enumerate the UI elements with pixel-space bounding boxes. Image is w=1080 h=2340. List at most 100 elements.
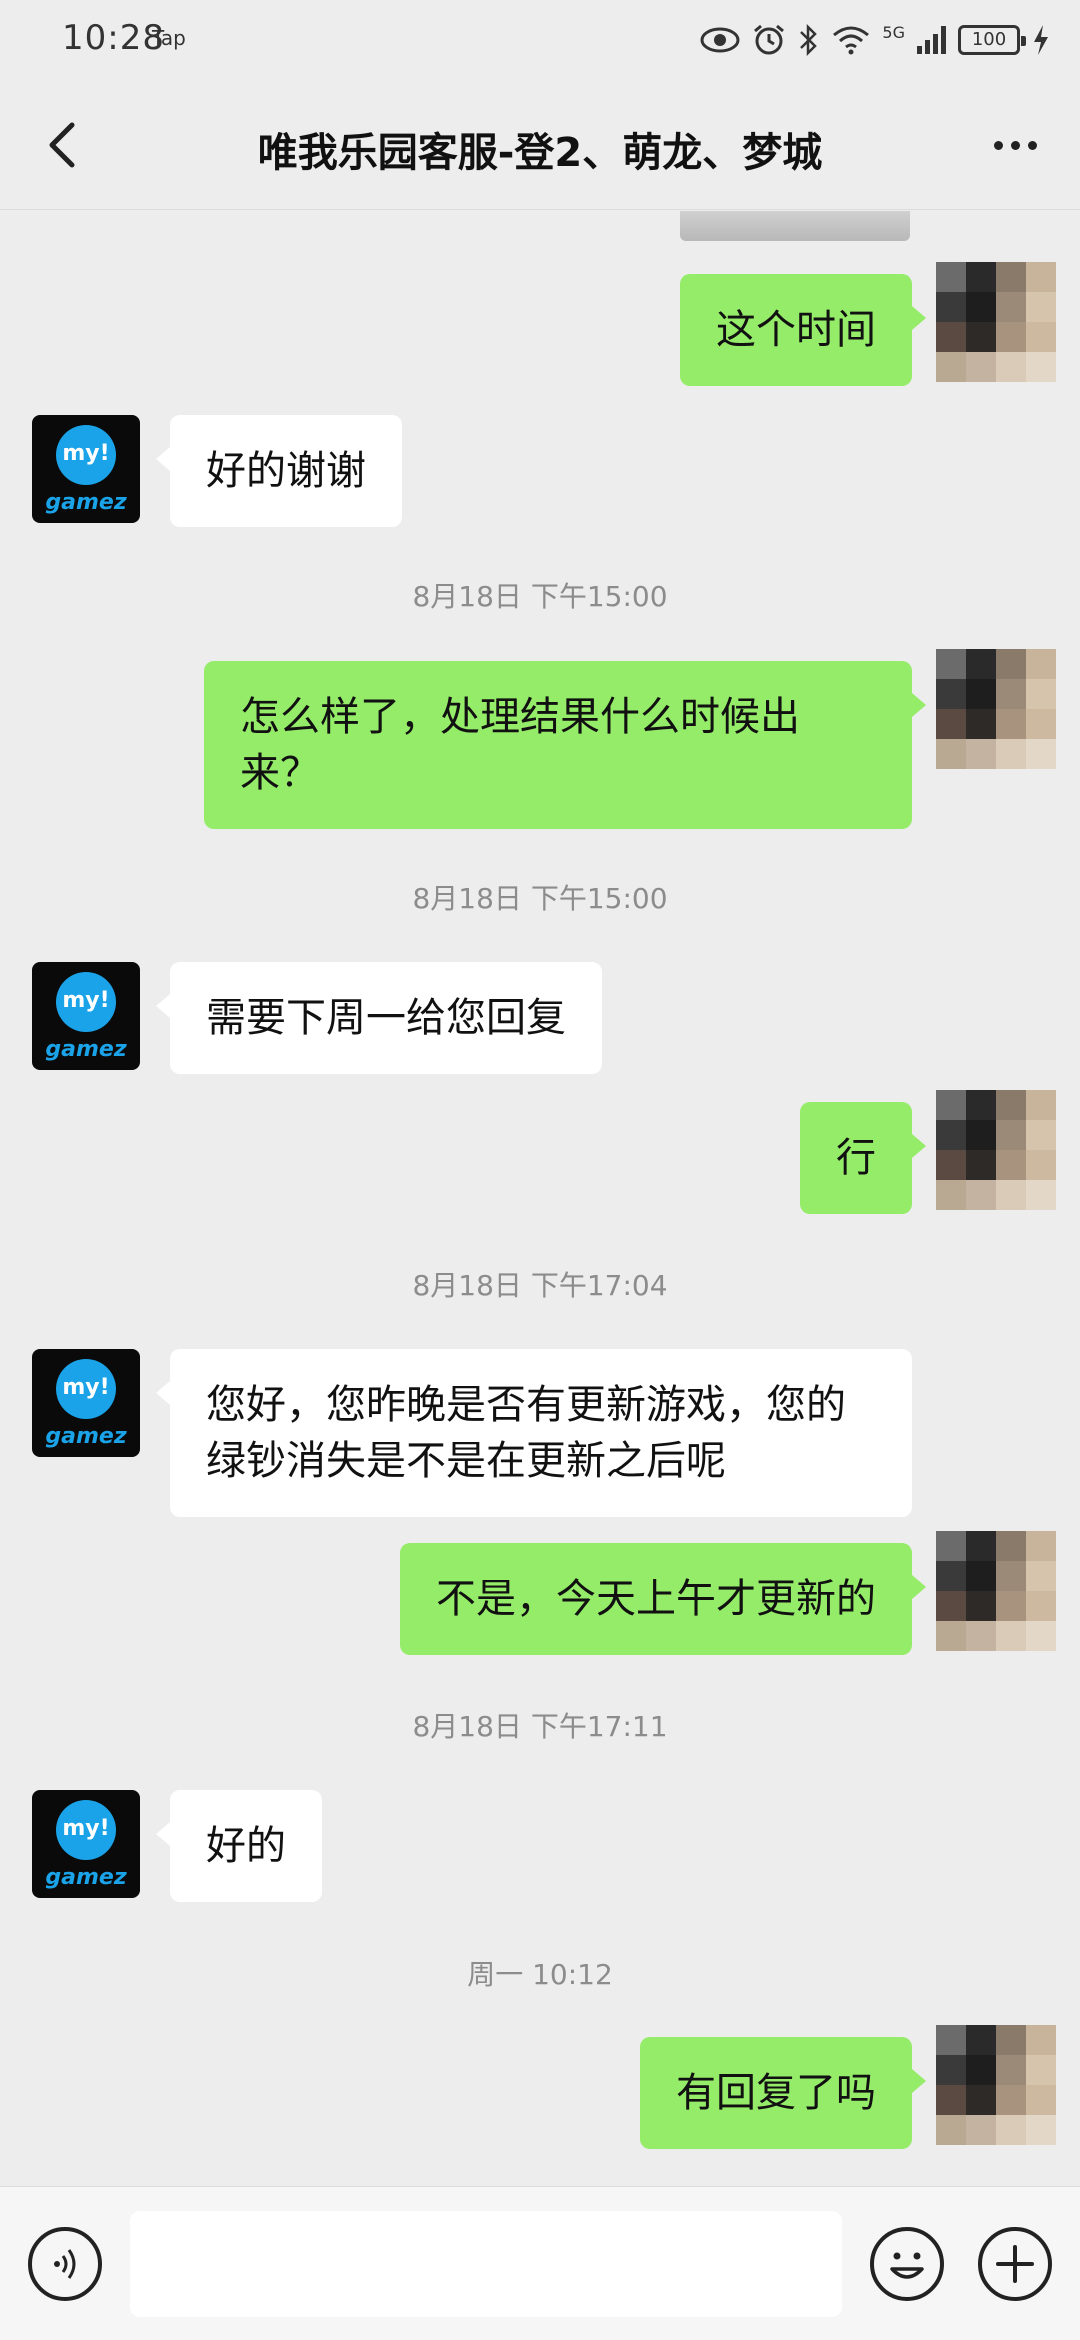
avatar-pixel bbox=[1026, 2085, 1056, 2115]
avatar-pixel bbox=[936, 1621, 966, 1651]
user-avatar[interactable] bbox=[936, 1090, 1056, 1210]
chevron-left-icon bbox=[49, 122, 75, 168]
incoming-message[interactable]: 您好，您昨晚是否有更新游戏，您的绿钞消失是不是在更新之后呢 bbox=[156, 1349, 912, 1517]
service-avatar[interactable]: my! gamez bbox=[32, 1790, 140, 1898]
user-avatar[interactable] bbox=[936, 2025, 1056, 2145]
message-timestamp: 8月18日 下午17:11 bbox=[412, 1710, 668, 1743]
wifi-icon bbox=[833, 26, 870, 55]
more-dot-icon bbox=[993, 140, 1003, 150]
back-button[interactable] bbox=[28, 110, 98, 180]
service-avatar[interactable]: my! gamez bbox=[32, 1349, 140, 1457]
avatar-pixel bbox=[996, 1120, 1026, 1150]
avatar-pixel bbox=[936, 1090, 966, 1120]
avatar-pixel bbox=[936, 262, 966, 292]
user-avatar[interactable] bbox=[936, 262, 1056, 382]
avatar-pixel bbox=[966, 2115, 996, 2145]
avatar-pixel bbox=[936, 709, 966, 739]
avatar-pixel bbox=[966, 649, 996, 679]
avatar-pixel bbox=[1026, 1120, 1056, 1150]
avatar-pixel bbox=[936, 649, 966, 679]
avatar-pixel bbox=[966, 679, 996, 709]
chat-title: 唯我乐园客服-登2、萌龙、梦城 bbox=[257, 130, 823, 176]
message-timestamp: 8月18日 下午15:00 bbox=[412, 580, 668, 613]
smiley-icon bbox=[890, 2252, 924, 2279]
status-tap-label: Tap bbox=[152, 26, 186, 50]
avatar-pixel bbox=[966, 1561, 996, 1591]
status-time: 10:28 bbox=[62, 18, 165, 58]
signal-icon bbox=[917, 26, 946, 54]
avatar-pixel bbox=[1026, 1561, 1056, 1591]
avatar-pixel bbox=[936, 1150, 966, 1180]
avatar-pixel bbox=[936, 322, 966, 352]
avatar-pixel bbox=[966, 292, 996, 322]
avatar-pixel bbox=[936, 1180, 966, 1210]
message-input[interactable] bbox=[130, 2211, 842, 2317]
service-avatar-logo: my! bbox=[56, 1359, 116, 1419]
avatar-pixel bbox=[1026, 1180, 1056, 1210]
bluetooth-icon bbox=[800, 23, 818, 57]
avatar-pixel bbox=[966, 1120, 996, 1150]
chat-message-list[interactable]: 这个时间 my! gamez 好的谢谢 8月18日 下午15:00 怎么样了，处… bbox=[0, 211, 1080, 2186]
avatar-pixel bbox=[996, 2085, 1026, 2115]
avatar-pixel bbox=[936, 2055, 966, 2085]
service-avatar[interactable]: my! gamez bbox=[32, 962, 140, 1070]
incoming-message[interactable]: 好的谢谢 bbox=[156, 415, 402, 527]
avatar-pixel bbox=[1026, 1621, 1056, 1651]
avatar-pixel bbox=[966, 1531, 996, 1561]
avatar-pixel bbox=[936, 679, 966, 709]
avatar-pixel bbox=[966, 1180, 996, 1210]
avatar-pixel bbox=[936, 2115, 966, 2145]
avatar-pixel bbox=[1026, 292, 1056, 322]
avatar-pixel bbox=[1026, 322, 1056, 352]
avatar-pixel bbox=[996, 739, 1026, 769]
alarm-icon bbox=[754, 24, 785, 55]
avatar-pixel bbox=[996, 679, 1026, 709]
avatar-pixel bbox=[1026, 262, 1056, 292]
avatar-pixel bbox=[966, 322, 996, 352]
avatar-pixel bbox=[996, 2055, 1026, 2085]
eye-icon bbox=[700, 27, 740, 53]
incoming-message[interactable]: 需要下周一给您回复 bbox=[156, 962, 602, 1074]
outgoing-message[interactable]: 行 bbox=[800, 1102, 926, 1214]
avatar-pixel bbox=[1026, 1591, 1056, 1621]
avatar-pixel bbox=[936, 1531, 966, 1561]
avatar-pixel bbox=[1026, 709, 1056, 739]
emoji-button[interactable] bbox=[870, 2227, 944, 2301]
outgoing-message[interactable]: 不是，今天上午才更新的 bbox=[400, 1543, 926, 1655]
user-avatar[interactable] bbox=[936, 1531, 1056, 1651]
avatar-pixel bbox=[1026, 679, 1056, 709]
outgoing-message[interactable]: 怎么样了，处理结果什么时候出来？ bbox=[204, 661, 926, 829]
avatar-pixel bbox=[996, 2025, 1026, 2055]
avatar-pixel bbox=[936, 352, 966, 382]
battery-icon: 100 bbox=[958, 25, 1026, 55]
avatar-pixel bbox=[1026, 2115, 1056, 2145]
avatar-pixel bbox=[996, 709, 1026, 739]
service-avatar-logo: my! bbox=[56, 425, 116, 485]
avatar-pixel bbox=[996, 1150, 1026, 1180]
service-avatar-text: gamez bbox=[45, 1424, 127, 1449]
more-functions-button[interactable] bbox=[978, 2227, 1052, 2301]
avatar-pixel bbox=[996, 1591, 1026, 1621]
service-avatar[interactable]: my! gamez bbox=[32, 415, 140, 523]
status-bar: 10:28 Tap 5G 100 bbox=[0, 0, 1080, 80]
chat-header: 唯我乐园客服-登2、萌龙、梦城 bbox=[0, 80, 1080, 210]
incoming-message[interactable]: 好的 bbox=[156, 1790, 322, 1902]
avatar-pixel bbox=[996, 1561, 1026, 1591]
avatar-pixel bbox=[996, 1621, 1026, 1651]
voice-icon bbox=[54, 2249, 76, 2279]
partial-image-message[interactable] bbox=[680, 211, 910, 241]
outgoing-message[interactable]: 这个时间 bbox=[680, 274, 926, 386]
voice-input-button[interactable] bbox=[28, 2227, 102, 2301]
chat-input-bar bbox=[0, 2186, 1080, 2340]
avatar-pixel bbox=[966, 739, 996, 769]
user-avatar[interactable] bbox=[936, 649, 1056, 769]
service-avatar-text: gamez bbox=[45, 490, 127, 515]
avatar-pixel bbox=[996, 352, 1026, 382]
outgoing-message[interactable]: 有回复了吗 bbox=[640, 2037, 926, 2149]
avatar-pixel bbox=[1026, 649, 1056, 679]
status-icons: 5G 100 bbox=[700, 16, 1050, 64]
avatar-pixel bbox=[966, 1150, 996, 1180]
avatar-pixel bbox=[1026, 1150, 1056, 1180]
message-timestamp: 周一 10:12 bbox=[467, 1958, 613, 1991]
more-options-button[interactable] bbox=[980, 110, 1050, 180]
